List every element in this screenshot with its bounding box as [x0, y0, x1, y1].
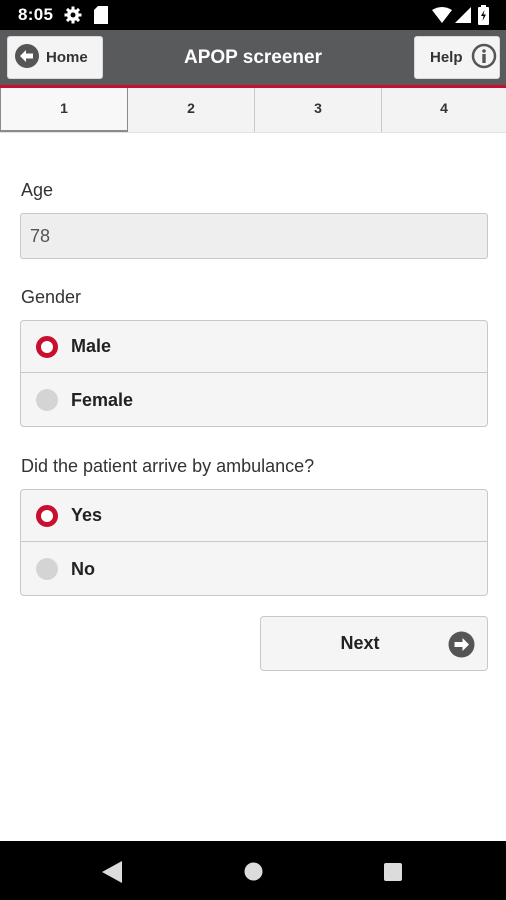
status-bar: 8:05: [0, 0, 506, 30]
tab-step-2[interactable]: 2: [128, 88, 255, 132]
gender-option-label: Male: [71, 336, 112, 356]
info-icon: [471, 43, 497, 73]
help-button[interactable]: Help: [414, 36, 500, 79]
signal-icon: [455, 7, 471, 28]
gender-option-label: Female: [71, 389, 134, 410]
next-label: Next: [340, 633, 380, 653]
ambulance-radio-group: Yes No: [20, 489, 488, 596]
radio-selected-icon[interactable]: [36, 504, 58, 527]
sd-card-icon: [94, 6, 108, 29]
help-label: Help: [430, 49, 463, 66]
gender-option-female[interactable]: Female: [21, 374, 487, 426]
recents-icon[interactable]: [384, 863, 402, 886]
radio-selected-icon[interactable]: [36, 335, 58, 358]
home-icon[interactable]: [244, 862, 263, 886]
ambulance-option-yes[interactable]: Yes: [21, 490, 487, 542]
ambulance-option-label: No: [71, 558, 95, 579]
gender-label: Gender: [21, 287, 82, 307]
tab-step-4[interactable]: 4: [382, 88, 506, 132]
battery-icon: [478, 5, 489, 30]
gear-icon: [64, 6, 82, 29]
back-arrow-icon: [14, 43, 40, 73]
home-label: Home: [46, 49, 88, 66]
ambulance-question-label: Did the patient arrive by ambulance?: [21, 456, 315, 476]
gender-radio-group: Male Female: [20, 320, 488, 427]
status-time: 8:05: [18, 5, 54, 24]
step-tabs: 1 2 3 4: [0, 88, 506, 133]
age-label: Age: [21, 180, 54, 200]
system-nav-bar: [0, 841, 506, 900]
back-icon[interactable]: [102, 861, 122, 888]
ambulance-option-label: Yes: [71, 505, 103, 525]
wifi-icon: [432, 7, 452, 28]
ambulance-option-no[interactable]: No: [21, 543, 487, 595]
arrow-right-icon: [448, 631, 475, 663]
radio-unselected-icon[interactable]: [36, 389, 58, 411]
radio-unselected-icon[interactable]: [36, 558, 58, 580]
home-button[interactable]: Home: [7, 36, 103, 79]
page-title: APOP screener: [183, 47, 322, 68]
app-header: Home APOP screener Help: [0, 30, 506, 85]
gender-option-male[interactable]: Male: [21, 321, 487, 373]
age-input[interactable]: 78: [20, 213, 488, 259]
next-button[interactable]: Next: [260, 616, 488, 671]
tab-step-3[interactable]: 3: [255, 88, 382, 132]
tab-step-1[interactable]: 1: [0, 88, 128, 132]
